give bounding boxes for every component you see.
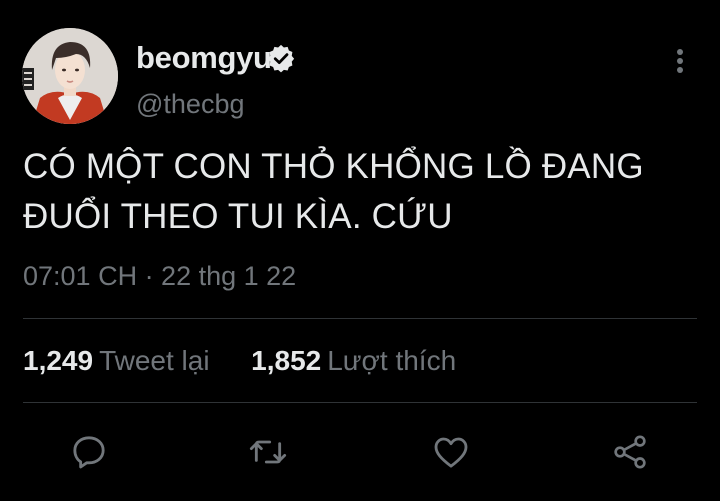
tweet-text-line-2: ĐUỔI THEO TUI KÌA. CỨU: [23, 197, 453, 236]
tweet-timestamp[interactable]: 07:01 CH · 22 thg 1 22: [23, 261, 296, 292]
tweet-text-line-1: CÓ MỘT CON THỎ KHỔNG LỒ ĐANG: [23, 147, 644, 186]
retweet-icon[interactable]: [248, 432, 288, 472]
avatar[interactable]: [22, 28, 118, 124]
more-options-icon[interactable]: [668, 44, 692, 78]
retweets-stat[interactable]: 1,249 Tweet lại: [23, 345, 217, 376]
reply-icon[interactable]: [69, 432, 109, 472]
likes-label: Lượt thích: [327, 345, 457, 376]
tweet-text: CÓ MỘT CON THỎ KHỔNG LỒ ĐANG ĐUỔI THEO T…: [23, 142, 703, 242]
heart-icon[interactable]: [431, 432, 471, 472]
display-name[interactable]: beomgyu: [136, 40, 272, 76]
divider: [23, 318, 697, 319]
retweets-count: 1,249: [23, 345, 94, 376]
divider: [23, 402, 697, 403]
user-handle[interactable]: @thecbg: [136, 89, 244, 120]
verified-badge-icon: [266, 43, 296, 73]
likes-stat[interactable]: 1,852 Lượt thích: [251, 345, 456, 376]
retweets-label: Tweet lại: [99, 345, 210, 376]
likes-count: 1,852: [251, 345, 322, 376]
share-icon[interactable]: [610, 432, 650, 472]
tweet-stats: 1,249 Tweet lại 1,852 Lượt thích: [23, 345, 456, 377]
